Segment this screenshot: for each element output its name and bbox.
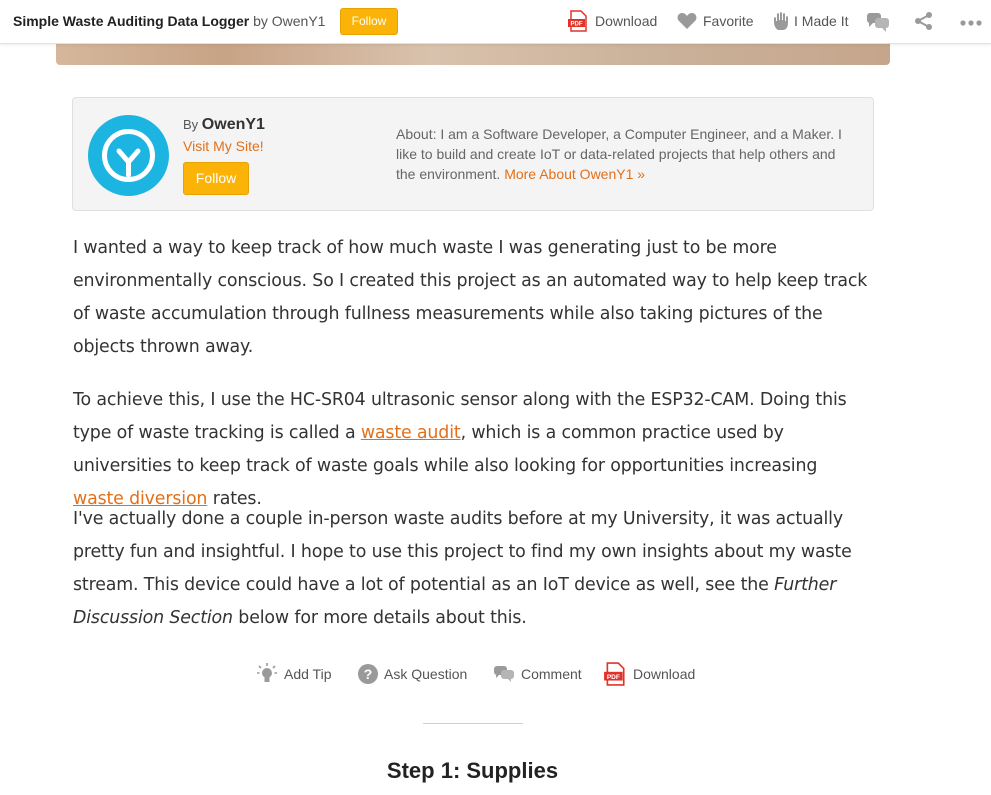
more-about-link[interactable]: More About OwenY1 »	[504, 166, 645, 182]
intro-paragraph-3: I've actually done a couple in-person wa…	[73, 503, 873, 635]
heart-icon	[677, 13, 697, 29]
svg-text:?: ?	[364, 666, 373, 682]
step-title: Step 1: Supplies	[386, 758, 559, 783]
ask-question-button[interactable]: ? Ask Question	[358, 660, 467, 688]
download-label: Download	[633, 666, 696, 682]
comment-button[interactable]: Comment	[493, 660, 582, 688]
topbar-favorite-button[interactable]: Favorite	[677, 10, 754, 32]
more-icon[interactable]	[959, 19, 983, 27]
p3-text-a: I've actually done a couple in-person wa…	[73, 509, 852, 595]
author-by-prefix: By	[183, 117, 199, 132]
top-bar: Simple Waste Auditing Data Logger by Owe…	[0, 0, 991, 44]
project-author[interactable]: by OwenY1	[253, 13, 325, 29]
topbar-follow-button[interactable]: Follow	[340, 8, 398, 35]
comment-icon	[494, 666, 514, 682]
question-icon: ?	[358, 664, 378, 684]
author-box: By OwenY1 Visit My Site! Follow About: I…	[72, 97, 874, 211]
comment-label: Comment	[521, 666, 582, 682]
topbar-i-made-it-label: I Made It	[794, 13, 849, 29]
owen-logo-icon	[102, 129, 155, 182]
intro-paragraph-2: To achieve this, I use the HC-SR04 ultra…	[73, 384, 873, 516]
author-about: About: I am a Software Developer, a Comp…	[396, 124, 858, 184]
download-button[interactable]: PDF Download	[603, 660, 695, 688]
svg-text:PDF: PDF	[607, 674, 620, 681]
intro-paragraph-1: I wanted a way to keep track of how much…	[73, 238, 868, 357]
project-title-text: Simple Waste Auditing Data Logger	[13, 13, 250, 29]
project-title: Simple Waste Auditing Data Logger by Owe…	[13, 13, 325, 29]
lightbulb-icon	[257, 663, 277, 682]
author-follow-button[interactable]: Follow	[183, 162, 249, 195]
comment-icon[interactable]	[866, 11, 890, 33]
topbar-download-button[interactable]: PDF Download	[567, 10, 657, 32]
pdf-icon: PDF	[568, 10, 587, 32]
waste-audit-link[interactable]: waste audit	[361, 423, 461, 443]
visit-site-link[interactable]: Visit My Site!	[183, 138, 264, 154]
topbar-favorite-label: Favorite	[703, 13, 754, 29]
section-divider	[423, 723, 523, 724]
hand-icon	[774, 12, 788, 30]
ask-question-label: Ask Question	[384, 666, 468, 682]
p3-text-b: below for more details about this.	[232, 608, 527, 628]
author-byline: By OwenY1	[183, 116, 265, 134]
svg-text:PDF: PDF	[571, 22, 583, 28]
add-tip-button[interactable]: Add Tip	[256, 660, 331, 688]
avatar[interactable]	[88, 115, 169, 196]
topbar-download-label: Download	[595, 13, 658, 29]
pdf-icon: PDF	[604, 662, 625, 686]
author-name[interactable]: OwenY1	[202, 116, 265, 133]
add-tip-label: Add Tip	[284, 666, 332, 682]
share-icon[interactable]	[914, 11, 934, 31]
topbar-i-made-it-button[interactable]: I Made It	[772, 10, 848, 32]
